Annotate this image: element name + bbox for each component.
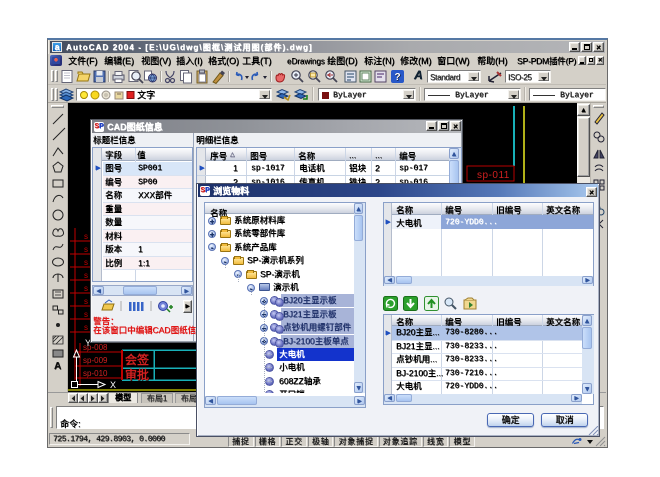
svg-text:sp-010: sp-010 <box>83 369 108 378</box>
svg-text:s: s <box>84 284 88 293</box>
svg-text:s: s <box>84 323 88 332</box>
svg-text:s: s <box>84 258 88 267</box>
svg-text:s: s <box>84 297 88 306</box>
svg-text:s: s <box>84 271 88 280</box>
svg-text:s: s <box>84 232 88 241</box>
svg-text:sp-009: sp-009 <box>83 356 108 365</box>
svg-text:X: X <box>110 380 116 390</box>
svg-text:s: s <box>84 310 88 319</box>
svg-text:sp-011: sp-011 <box>477 170 510 181</box>
svg-text:会签: 会签 <box>125 352 150 367</box>
svg-text:s: s <box>84 245 88 254</box>
svg-text:A: A <box>54 361 61 370</box>
svg-text:审批: 审批 <box>125 367 149 382</box>
svg-text:?: ? <box>394 72 400 83</box>
